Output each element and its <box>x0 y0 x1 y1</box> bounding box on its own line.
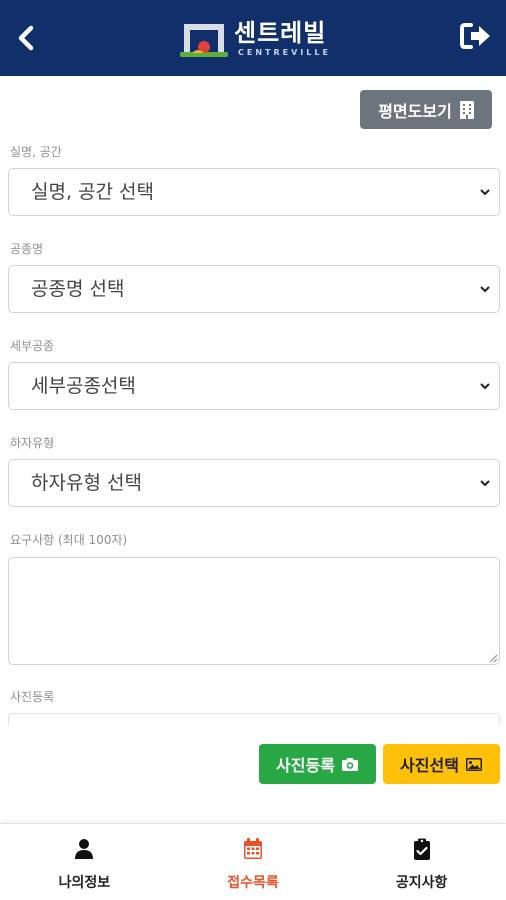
resize-grip-icon[interactable] <box>488 653 498 663</box>
nav-item-receipt-list[interactable]: 접수목록 <box>169 824 338 900</box>
request-label: 요구사항 (최대 100자) <box>10 533 128 547</box>
floor-plan-button[interactable]: 평면도보기 <box>360 90 492 129</box>
sign-out-icon <box>460 23 490 49</box>
chevron-down-icon <box>480 480 490 487</box>
sub-trade-label: 세부공종 <box>10 339 55 353</box>
photo-preview-area <box>8 713 500 725</box>
nav-item-notices[interactable]: 공지사항 <box>337 824 506 900</box>
back-button[interactable] <box>14 24 40 52</box>
app-header: 센트레빌 CENTREVILLE <box>0 0 506 76</box>
defect-type-label: 하자유형 <box>10 436 55 450</box>
bottom-nav: 나의정보 접수목록 공지사항 <box>0 823 506 900</box>
defect-type-selected-value: 하자유형 선택 <box>31 472 142 494</box>
room-label: 실명, 공간 <box>10 145 62 159</box>
defect-type-select[interactable]: 하자유형 선택 <box>8 459 500 507</box>
photo-select-button[interactable]: 사진선택 <box>383 744 500 784</box>
chevron-left-icon <box>18 25 34 51</box>
nav-label-notices: 공지사항 <box>395 875 448 891</box>
trade-label: 공종명 <box>10 242 44 256</box>
user-icon <box>75 839 94 859</box>
photo-select-label: 사진선택 <box>400 756 459 775</box>
sub-trade-select[interactable]: 세부공종선택 <box>8 362 500 410</box>
trade-selected-value: 공종명 선택 <box>31 278 125 300</box>
logo-text: 센트레빌 <box>234 19 327 47</box>
logo-subtext: CENTREVILLE <box>238 48 331 57</box>
photos-label: 사진등록 <box>10 690 55 704</box>
chevron-down-icon <box>480 286 490 293</box>
building-icon <box>459 100 474 119</box>
clipboard-check-icon <box>413 838 430 860</box>
chevron-down-icon <box>480 383 490 390</box>
floor-plan-label: 평면도보기 <box>378 101 452 121</box>
camera-icon <box>341 757 358 771</box>
image-icon <box>465 757 482 771</box>
calendar-icon <box>244 838 262 859</box>
nav-item-my-info[interactable]: 나의정보 <box>0 824 169 900</box>
logo-mark-icon <box>180 24 228 57</box>
room-selected-value: 실명, 공간 선택 <box>31 181 154 203</box>
nav-label-receipt-list: 접수목록 <box>227 875 279 891</box>
photo-register-button[interactable]: 사진등록 <box>259 744 376 784</box>
photo-register-label: 사진등록 <box>276 756 335 775</box>
chevron-down-icon <box>480 189 490 196</box>
request-textarea[interactable] <box>8 557 500 665</box>
sub-trade-selected-value: 세부공종선택 <box>31 375 136 397</box>
logout-button[interactable] <box>460 22 492 50</box>
nav-label-my-info: 나의정보 <box>58 875 111 891</box>
brand-logo: 센트레빌 CENTREVILLE <box>178 18 334 62</box>
trade-select[interactable]: 공종명 선택 <box>8 265 500 313</box>
room-select[interactable]: 실명, 공간 선택 <box>8 168 500 216</box>
